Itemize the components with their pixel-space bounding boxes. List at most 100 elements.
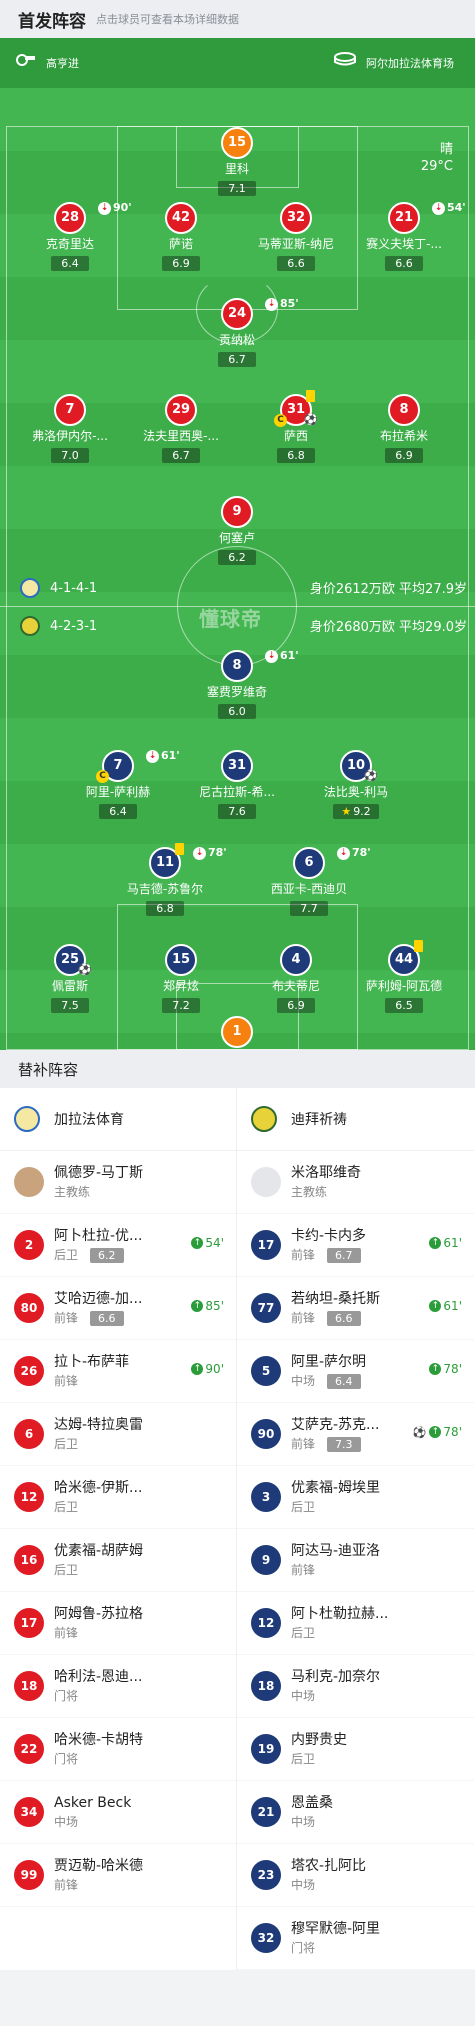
coach-row[interactable]: 佩德罗-马丁斯 主教练 (0, 1151, 236, 1214)
goal-ball-icon: ⚽ (78, 963, 92, 976)
yellow-card-icon (306, 390, 315, 402)
sub-in-minute: 54' (205, 1236, 224, 1250)
rating-value: 6.4 (61, 257, 79, 270)
sub-off-icon: ⇣ (265, 649, 278, 663)
player-bottom-4[interactable]: 4 布夫蒂尼 6.9 (236, 944, 356, 1013)
sub-player-position-line: 后卫 (291, 1625, 411, 1641)
team-badge-icon (14, 1106, 40, 1132)
subs-column-right: 迪拜祈祷 米洛耶维奇 主教练 17 卡约-卡内多 前锋 6.7 ↑ 61' 77 若纳坦-桑托斯 前锋… (237, 1088, 474, 1970)
sub-player-row[interactable]: 17 阿姆鲁-苏拉格 前锋 (0, 1592, 236, 1655)
player-bottom-7[interactable]: 7 ⇣ 61' C 阿里-萨利赫 6.4 (58, 749, 180, 819)
rating-value: 6.7 (172, 449, 190, 462)
player-top-21[interactable]: 21 ⇣ 54' 赛义夫埃丁-... 6.6 (344, 201, 466, 271)
player-bottom-11[interactable]: 11 ⇣ 78' 马吉德-苏鲁尔 6.8 (105, 843, 227, 916)
coach-row[interactable]: 米洛耶维奇 主教练 (237, 1151, 474, 1214)
player-top-24[interactable]: 24 ⇣ 85' 贡纳松 6.7 (177, 297, 299, 367)
player-top-28[interactable]: 28 ⇣ 90' 克奇里达 6.4 (10, 201, 132, 271)
player-bottom-31[interactable]: 31 尼古拉斯-希... 7.6 (177, 750, 297, 819)
team-row[interactable]: 加拉法体育 (0, 1088, 236, 1151)
sub-player-row[interactable]: 17 卡约-卡内多 前锋 6.7 ↑ 61' (237, 1214, 474, 1277)
player-top-15[interactable]: 15 里科 7.1 (177, 127, 297, 196)
jersey-number: 28 ⇣ 90' (54, 201, 132, 234)
sub-player-row[interactable]: 21 恩盖桑 中场 (237, 1781, 474, 1844)
sub-player-info: 卡约-卡内多 前锋 6.7 (291, 1227, 411, 1263)
jersey-number: 4 (280, 944, 312, 976)
player-name: 布夫蒂尼 (271, 979, 320, 993)
player-rating: 7.2 (162, 998, 200, 1013)
sub-in-event: ↑ 54' (191, 1236, 224, 1250)
sub-player-row[interactable]: 77 若纳坦-桑托斯 前锋 6.6 ↑ 61' (237, 1277, 474, 1340)
sub-player-row[interactable]: 18 哈利法-恩迪... 门将 (0, 1655, 236, 1718)
player-top-9[interactable]: 9 何塞卢 6.2 (177, 496, 297, 565)
sub-player-row[interactable]: 9 阿达马-迪亚洛 前锋 (237, 1529, 474, 1592)
sub-player-row[interactable]: 22 哈米德-卡胡特 门将 (0, 1718, 236, 1781)
sub-player-position: 前锋 (54, 1878, 79, 1892)
jersey-number: 11 ⇣ 78' (149, 843, 227, 879)
sub-player-position: 后卫 (291, 1500, 316, 1514)
player-bottom-15[interactable]: 15 郑昇炫 7.2 (121, 944, 241, 1013)
coach-info: 佩德罗-马丁斯 主教练 (54, 1164, 174, 1200)
sub-player-position-line: 前锋 (291, 1562, 411, 1578)
rating-value: 6.9 (395, 449, 413, 462)
player-top-7[interactable]: 7 弗洛伊内尔-... 7.0 (10, 394, 130, 463)
player-name: 尼古拉斯-希... (199, 785, 275, 799)
sub-player-position: 后卫 (291, 1752, 316, 1766)
lineup-subtitle: 点击球员可查看本场详细数据 (96, 13, 239, 26)
sub-player-position-line: 前锋 6.7 (291, 1247, 411, 1263)
player-rating: 6.6 (385, 256, 423, 271)
sub-in-event: ↑ 78' (429, 1362, 462, 1376)
sub-player-position-line: 后卫 (54, 1436, 174, 1452)
subs-section: 加拉法体育 佩德罗-马丁斯 主教练 2 阿卜杜拉-优... 后卫 6.2 ↑ 54' 80 艾哈迈德… (0, 1088, 475, 1970)
goal-ball-icon: ⚽ (304, 413, 318, 426)
sub-player-row[interactable]: 99 贾迈勒-哈米德 前锋 (0, 1844, 236, 1907)
sub-player-row[interactable]: 32 穆罕默德-阿里 门将 (237, 1907, 474, 1970)
player-bottom-44[interactable]: 44 萨利姆-阿瓦德 6.5 (344, 940, 464, 1013)
player-bottom-25[interactable]: 25 ⚽ 佩雷斯 7.5 (10, 944, 130, 1013)
sub-player-row[interactable]: 5 阿里-萨尔明 中场 6.4 ↑ 78' (237, 1340, 474, 1403)
sub-off-event: ⇣ 78' (337, 845, 371, 861)
sub-jersey-number: 34 (14, 1797, 44, 1827)
sub-player-name: 阿卜杜拉-优... (54, 1228, 143, 1244)
sub-jersey-number: 26 (14, 1356, 44, 1386)
jersey-number: 8 (388, 394, 420, 426)
sub-off-icon: ⇣ (98, 201, 111, 215)
sub-jersey-number: 32 (251, 1923, 281, 1953)
sub-player-row[interactable]: 80 艾哈迈德-加... 前锋 6.6 ↑ 85' (0, 1277, 236, 1340)
sub-player-position: 前锋 (54, 1626, 79, 1640)
sub-player-position: 门将 (54, 1689, 79, 1703)
sub-player-row[interactable]: 16 优素福-胡萨姆 后卫 (0, 1529, 236, 1592)
sub-player-position: 后卫 (54, 1437, 79, 1451)
sub-in-event: ⚽ ↑ 78' (413, 1425, 462, 1439)
player-top-31[interactable]: 31 C ⚽ 萨西 6.8 (236, 390, 356, 463)
sub-player-row[interactable]: 12 阿卜杜勒拉赫... 后卫 (237, 1592, 474, 1655)
rating-value: 6.0 (228, 705, 246, 718)
player-top-8[interactable]: 8 布拉希米 6.9 (344, 394, 464, 463)
player-top-29[interactable]: 29 法夫里西奥-... 6.7 (121, 394, 241, 463)
sub-player-row[interactable]: 3 优素福-姆埃里 后卫 (237, 1466, 474, 1529)
sub-player-row[interactable]: 2 阿卜杜拉-优... 后卫 6.2 ↑ 54' (0, 1214, 236, 1277)
player-name: 何塞卢 (218, 531, 255, 545)
sub-player-row[interactable]: 90 艾萨克-苏克... 前锋 7.3 ⚽ ↑ 78' (237, 1403, 474, 1466)
player-top-42[interactable]: 42 萨诺 6.9 (121, 202, 241, 271)
sub-player-info: 达姆-特拉奥雷 后卫 (54, 1416, 174, 1452)
player-bottom-6[interactable]: 6 ⇣ 78' 西亚卡-西迪贝 7.7 (249, 845, 371, 916)
sub-player-row[interactable]: 18 马利克-加奈尔 中场 (237, 1655, 474, 1718)
player-bottom-8[interactable]: 8 ⇣ 61' 塞费罗维奇 6.0 (177, 649, 299, 719)
player-rating: 6.6 (277, 256, 315, 271)
sub-player-name: 阿达马-迪亚洛 (291, 1543, 381, 1559)
sub-player-row[interactable]: 6 达姆-特拉奥雷 后卫 (0, 1403, 236, 1466)
sub-player-row[interactable]: 26 拉卜-布萨菲 前锋 ↑ 90' (0, 1340, 236, 1403)
sub-player-position-line: 门将 (54, 1751, 174, 1767)
sub-player-row[interactable]: 23 塔农-扎阿比 中场 (237, 1844, 474, 1907)
player-bottom-10[interactable]: 10 ⚽ 法比奥-利马 ★ 9.2 (296, 750, 416, 819)
captain-badge: C (96, 770, 109, 783)
sub-player-row[interactable]: 19 内野贵史 后卫 (237, 1718, 474, 1781)
team-row[interactable]: 迪拜祈祷 (237, 1088, 474, 1151)
player-bottom-1[interactable]: 1哈利德-塞纳尼6.4 (177, 1016, 297, 1050)
sub-player-row[interactable]: 12 哈米德-伊斯... 后卫 (0, 1466, 236, 1529)
player-top-32[interactable]: 32 马蒂亚斯-纳尼 6.6 (236, 202, 356, 271)
player-rating: 6.9 (277, 998, 315, 1013)
sub-player-row[interactable]: 34 Asker Beck 中场 (0, 1781, 236, 1844)
sub-player-position: 后卫 (54, 1248, 79, 1262)
stadium-icon (334, 52, 356, 66)
